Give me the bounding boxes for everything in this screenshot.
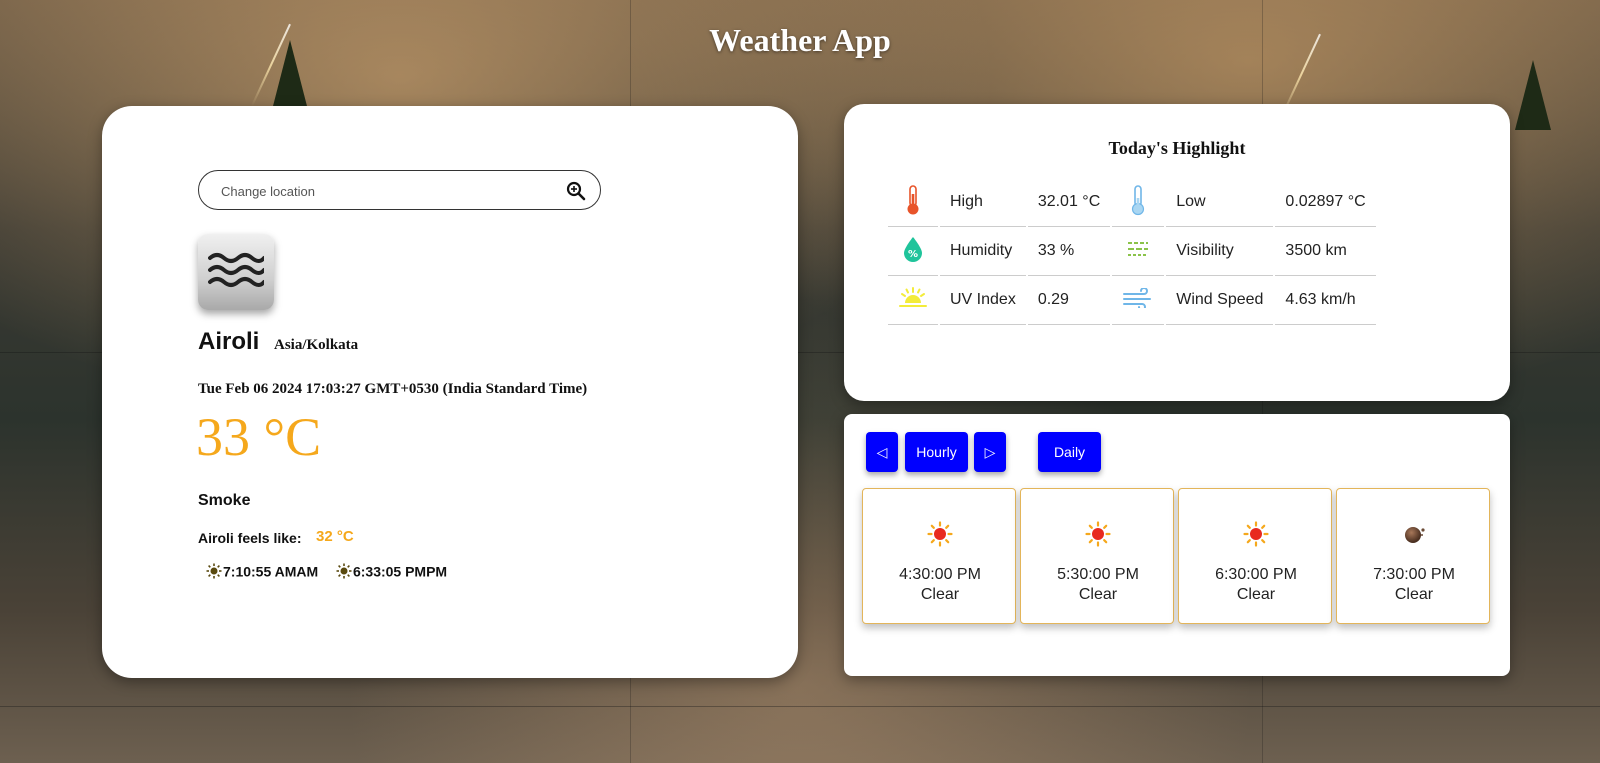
visibility-icon xyxy=(1128,241,1149,256)
humidity-label: Humidity xyxy=(940,227,1026,276)
sun-icon xyxy=(1085,521,1111,547)
tree-decoration xyxy=(1515,60,1551,130)
highlights-card: Today's Highlight High 32.01 °C Low 0.02… xyxy=(844,104,1510,401)
highlights-table: High 32.01 °C Low 0.02897 °C % Humidity … xyxy=(886,178,1378,325)
wind-speed-value: 4.63 km/h xyxy=(1275,276,1376,325)
forecast-desc: Clear xyxy=(920,586,960,603)
forecast-list: 4:30:00 PM Clear 5:30:00 PM Clear 6:30:0… xyxy=(862,488,1492,626)
forecast-time: 4:30:00 PM xyxy=(899,566,981,583)
forecast-item[interactable]: 5:30:00 PM Clear xyxy=(1020,488,1174,624)
humidity-value: 33 % xyxy=(1027,227,1111,276)
forecast-time: 7:30:00 PM xyxy=(1373,566,1455,583)
uv-sunrise-icon xyxy=(899,286,927,307)
moon-icon xyxy=(1405,527,1425,543)
highlights-title: Today's Highlight xyxy=(1108,138,1246,158)
sun-icon xyxy=(927,521,953,547)
forecast-desc: Clear xyxy=(1394,586,1434,603)
highlight-row: % Humidity 33 % Visibility 3500 km xyxy=(888,227,1376,276)
forecast-prev-button[interactable]: ◁ xyxy=(866,432,898,472)
wind-icon xyxy=(1123,286,1152,311)
wind-speed-label: Wind Speed xyxy=(1166,276,1274,325)
sunrise-icon xyxy=(206,563,222,579)
forecast-time: 5:30:00 PM xyxy=(1057,566,1139,583)
forecast-item[interactable]: 6:30:00 PM Clear xyxy=(1178,488,1332,624)
current-weather-card: Airoli Asia/Kolkata Tue Feb 06 2024 17:0… xyxy=(102,106,798,678)
uv-index-value: 0.29 xyxy=(1027,276,1111,325)
sunrise-time: 7:10:55 AMAM xyxy=(223,563,319,580)
svg-text:%: % xyxy=(908,249,918,260)
visibility-value: 3500 km xyxy=(1275,227,1376,276)
thermometer-hot-icon xyxy=(907,184,919,214)
daily-button[interactable]: Daily xyxy=(1038,432,1101,472)
highlight-row: High 32.01 °C Low 0.02897 °C xyxy=(888,178,1376,227)
timezone: Asia/Kolkata xyxy=(274,337,359,353)
feels-like-label: Airoli feels like: xyxy=(198,530,302,546)
feels-like-value: 32 °C xyxy=(316,528,354,545)
app-title: Weather App xyxy=(709,22,891,58)
forecast-desc: Clear xyxy=(1236,586,1276,603)
fog-waves-icon xyxy=(198,234,274,310)
location-search[interactable] xyxy=(198,170,601,210)
current-datetime: Tue Feb 06 2024 17:03:27 GMT+0530 (India… xyxy=(198,381,588,397)
sunset-time: 6:33:05 PMPM xyxy=(352,563,448,580)
forecast-time: 6:30:00 PM xyxy=(1215,566,1297,583)
low-label: Low xyxy=(1166,178,1274,227)
high-value: 32.01 °C xyxy=(1027,178,1111,227)
visibility-label: Visibility xyxy=(1166,227,1274,276)
current-temperature: 33 °C xyxy=(196,407,322,467)
sun-icon xyxy=(1243,521,1269,547)
humidity-drop-icon: % xyxy=(904,236,922,262)
thermometer-cold-icon xyxy=(1132,184,1145,215)
background-tile-seam xyxy=(0,706,1600,707)
low-value: 0.02897 °C xyxy=(1275,178,1376,227)
high-label: High xyxy=(940,178,1026,227)
search-zoom-icon[interactable] xyxy=(566,181,586,201)
uv-index-label: UV Index xyxy=(940,276,1026,325)
forecast-next-button[interactable]: ▷ xyxy=(974,432,1006,472)
forecast-item[interactable]: 7:30:00 PM Clear xyxy=(1336,488,1490,624)
forecast-item[interactable]: 4:30:00 PM Clear xyxy=(862,488,1016,624)
highlight-row: UV Index 0.29 Wind Speed 4.63 km/h xyxy=(888,276,1376,325)
sun-times: 7:10:55 AMAM 6:33:05 PMPM xyxy=(206,562,447,579)
city-name: Airoli xyxy=(198,328,260,355)
forecast-desc: Clear xyxy=(1078,586,1118,603)
weather-condition: Smoke xyxy=(198,492,251,509)
sunset-icon xyxy=(336,563,352,579)
location-search-input[interactable] xyxy=(219,180,553,202)
hourly-button[interactable]: Hourly xyxy=(905,432,968,472)
forecast-card: ◁ Hourly ▷ Daily 4:30:00 PM Clear 5:30:0… xyxy=(844,414,1510,676)
